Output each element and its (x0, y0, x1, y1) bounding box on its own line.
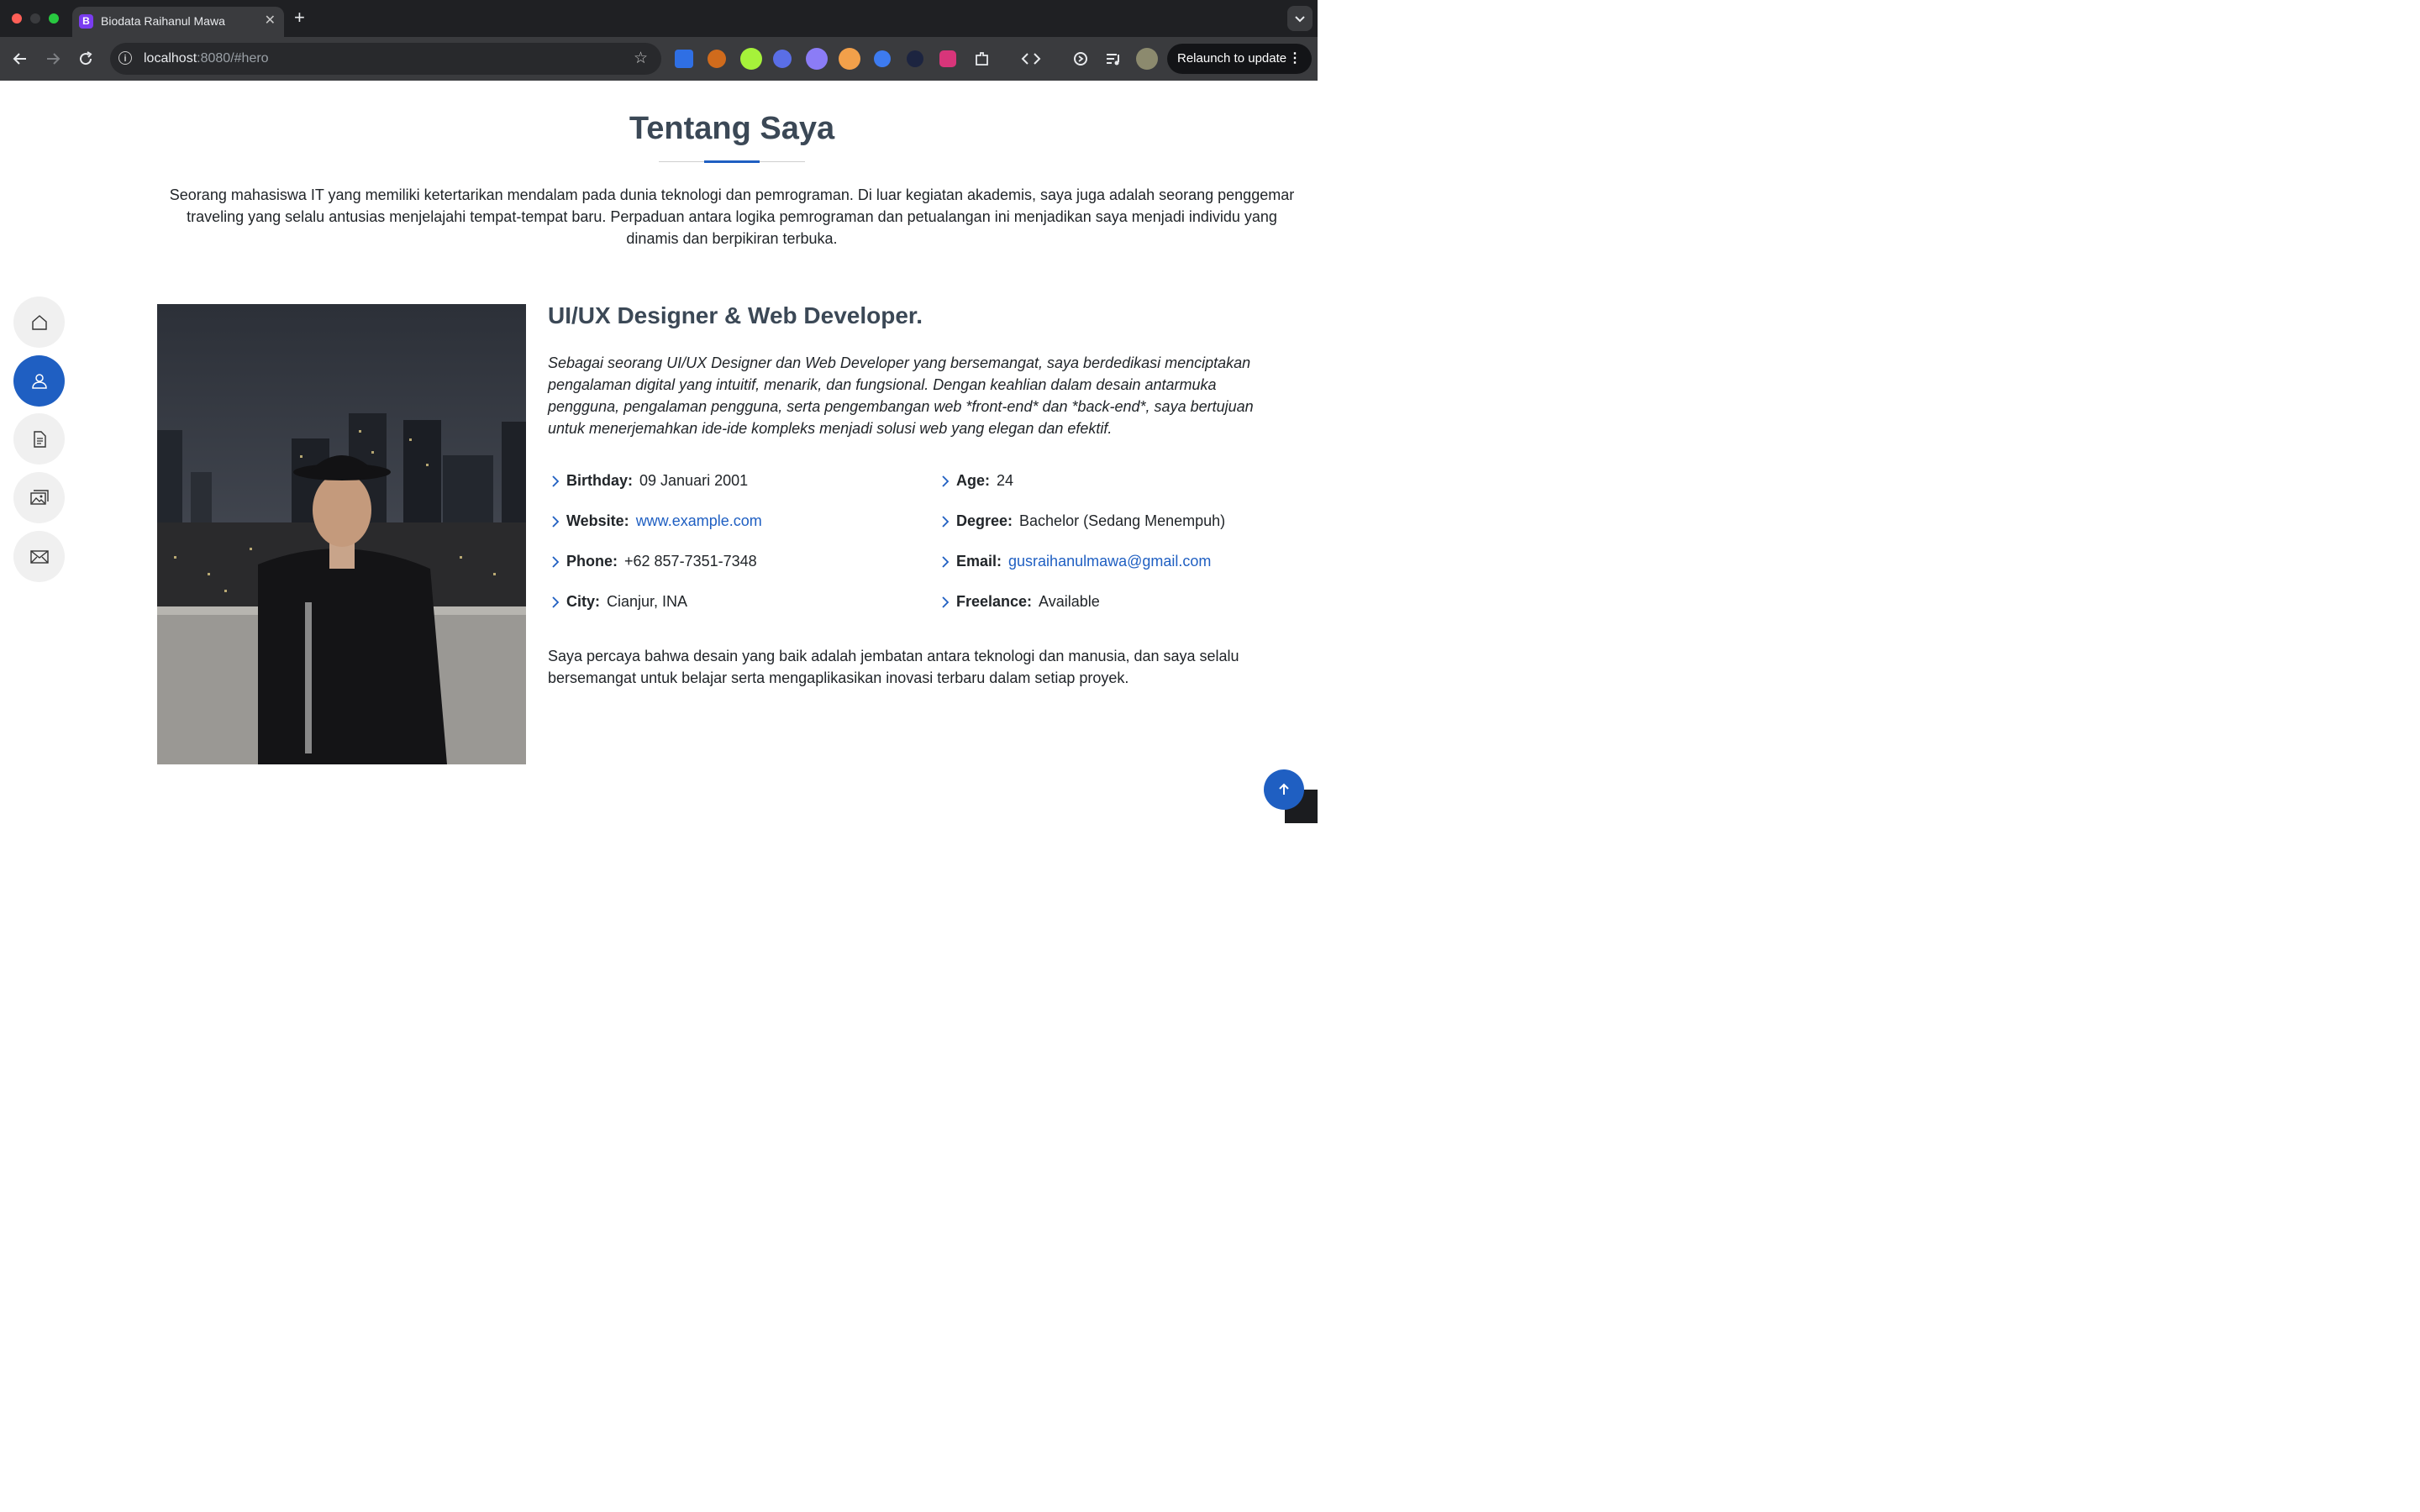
email-link[interactable]: gusraihanulmawa@gmail.com (1008, 553, 1211, 570)
bookmark-star-icon[interactable]: ☆ (634, 49, 648, 68)
chevron-right-icon (552, 596, 560, 608)
chevron-right-icon (942, 475, 950, 487)
browser-tab-bar: B Biodata Raihanul Mawa ✕ + (0, 0, 1318, 37)
chevron-right-icon (942, 556, 950, 568)
nav-resume-button[interactable] (13, 413, 65, 465)
person-icon (31, 373, 47, 389)
close-window-button[interactable] (12, 13, 22, 24)
more-menu-icon[interactable]: ⋮ (1288, 44, 1302, 74)
tab-search-button[interactable] (1287, 6, 1313, 31)
envelope-icon (29, 549, 49, 564)
forward-arrow-icon[interactable] (43, 49, 63, 69)
green-grid-icon[interactable] (740, 48, 762, 70)
about-section: Tentang Saya Seorang mahasiswa IT yang m… (0, 81, 1318, 823)
home-icon (31, 314, 47, 330)
dark-circle-icon[interactable] (907, 50, 923, 67)
maximize-window-button[interactable] (49, 13, 59, 24)
scroll-top-button[interactable] (1264, 769, 1304, 810)
nav-contact-button[interactable] (13, 531, 65, 582)
record-icon[interactable] (874, 50, 891, 67)
metamask-style-icon[interactable] (708, 50, 726, 68)
arrow-up-icon (1279, 783, 1289, 795)
profile-photo (157, 304, 526, 764)
reload-icon[interactable] (76, 49, 96, 69)
code-icon[interactable] (1020, 49, 1042, 69)
new-tab-icon[interactable]: + (294, 8, 305, 27)
refresh-sync-icon[interactable] (1071, 49, 1091, 69)
fox-wallet-icon[interactable] (839, 48, 860, 70)
ghost-icon[interactable] (806, 48, 828, 70)
images-icon (29, 489, 49, 505)
chevron-down-icon (1295, 16, 1305, 23)
info-freelance: Freelance: Available (938, 591, 1100, 612)
back-arrow-icon[interactable] (10, 49, 30, 69)
closing-paragraph: Saya percaya bahwa desain yang baik adal… (548, 648, 1239, 686)
favicon-icon: B (79, 14, 93, 29)
media-icon[interactable] (1103, 49, 1123, 69)
close-tab-icon[interactable]: ✕ (265, 13, 276, 29)
browser-tab[interactable]: B Biodata Raihanul Mawa ✕ (72, 7, 284, 37)
minimize-window-button[interactable] (30, 13, 40, 24)
site-info-icon[interactable]: i (118, 51, 132, 65)
chevron-right-icon (552, 556, 560, 568)
chevron-right-icon (942, 516, 950, 528)
info-email: Email: gusraihanulmawa@gmail.com (938, 550, 1211, 572)
info-age: Age: 24 (938, 470, 1013, 491)
intro-paragraph: Seorang mahasiswa IT yang memiliki keter… (169, 186, 1295, 247)
relaunch-button[interactable]: Relaunch to update ⋮ (1167, 44, 1312, 74)
nav-home-button[interactable] (13, 297, 65, 348)
chevron-right-icon (552, 516, 560, 528)
role-heading: UI/UX Designer & Web Developer. (548, 302, 923, 328)
info-birthday: Birthday: 09 Januari 2001 (548, 470, 748, 491)
chevron-right-icon (942, 596, 950, 608)
website-link[interactable]: www.example.com (636, 512, 762, 529)
address-bar[interactable]: i localhost:8080/#hero ☆ (110, 43, 661, 75)
browser-toolbar: i localhost:8080/#hero ☆ Relaunch to upd… (0, 37, 1318, 81)
shield-u-icon[interactable] (939, 50, 956, 67)
nav-portfolio-button[interactable] (13, 472, 65, 523)
info-city: City: Cianjur, INA (548, 591, 687, 612)
bolt-extension-icon[interactable] (675, 50, 693, 68)
info-phone: Phone: +62 857-7351-7348 (548, 550, 757, 572)
section-title: Tentang Saya (629, 111, 835, 146)
profile-avatar-icon[interactable] (1136, 48, 1158, 70)
url-text[interactable]: localhost:8080/#hero (144, 51, 269, 66)
puzzle-icon[interactable] (972, 49, 992, 69)
blue-hand-icon[interactable] (773, 50, 792, 68)
info-degree: Degree: Bachelor (Sedang Menempuh) (938, 510, 1225, 532)
document-icon (33, 430, 46, 448)
bio-paragraph: Sebagai seorang UI/UX Designer dan Web D… (548, 354, 1254, 437)
info-website: Website: www.example.com (548, 510, 762, 532)
title-divider-accent (704, 160, 760, 163)
nav-about-button[interactable] (13, 355, 65, 407)
tab-title: Biodata Raihanul Mawa (101, 14, 225, 28)
chevron-right-icon (552, 475, 560, 487)
